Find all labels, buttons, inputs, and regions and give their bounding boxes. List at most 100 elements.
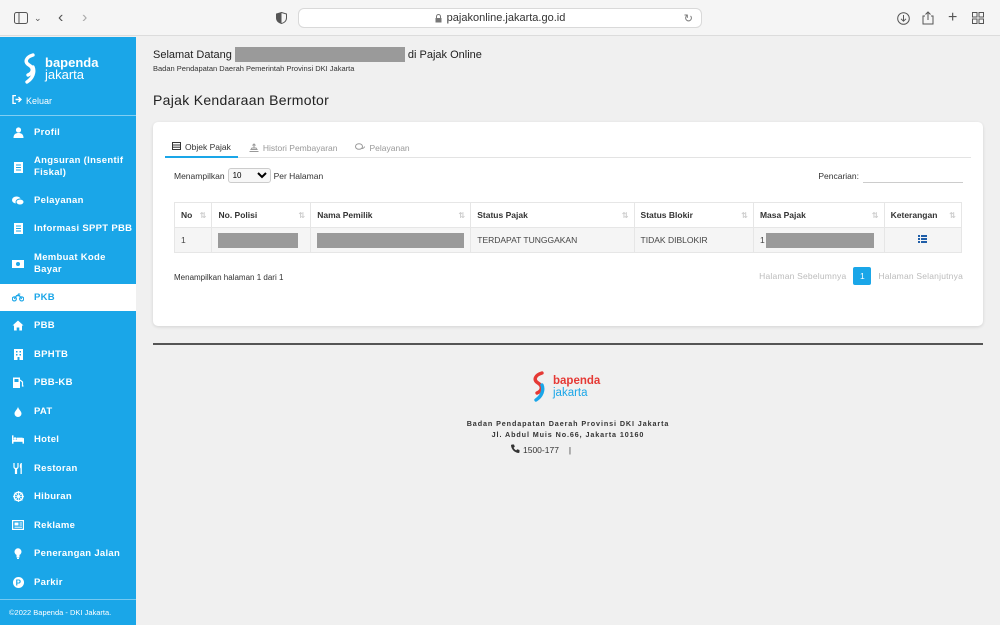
dharma-wheel-icon: [12, 491, 24, 503]
column-header-no[interactable]: No ⇅: [173, 202, 213, 228]
column-header-status-blokir[interactable]: Status Blokir ⇅: [633, 202, 754, 228]
sidebar-item-label: PBB: [34, 320, 55, 331]
sidebar-item-pbb[interactable]: PBB: [0, 311, 136, 340]
redacted-plate: [218, 232, 299, 248]
sort-icon: ⇅: [741, 211, 748, 220]
sidebar-logo[interactable]: bapenda jakarta: [20, 53, 98, 85]
forward-icon[interactable]: ›: [82, 9, 87, 27]
tab-pelayanan[interactable]: Pelayanan: [348, 138, 416, 158]
sidebar-item-label: Profil: [34, 126, 61, 138]
sidebar-menu: Profil Angsuran (Insentif Fiskal) Pelaya…: [0, 117, 136, 596]
tab-label: Pelayanan: [369, 143, 410, 153]
sidebar-item-pat[interactable]: PAT: [0, 397, 136, 425]
sidebar-divider: [0, 115, 136, 116]
back-icon[interactable]: ‹: [58, 9, 63, 27]
sidebar-item-pkb[interactable]: PKB: [0, 284, 136, 311]
logout-label: Keluar: [26, 96, 53, 106]
sort-icon: ⇅: [871, 211, 879, 220]
redacted-masa-pajak: [765, 232, 874, 248]
redacted-username: [234, 47, 405, 62]
logout-link[interactable]: Keluar: [12, 94, 53, 107]
tab-label: Objek Pajak: [185, 142, 231, 152]
sort-icon: ⇅: [458, 211, 466, 220]
sidebar-item-label: Reklame: [34, 519, 76, 531]
sidebar-item-pelayanan[interactable]: Pelayanan: [0, 187, 136, 214]
download-icon[interactable]: [897, 9, 910, 27]
sidebar-item-label: BPHTB: [34, 348, 69, 360]
search-input[interactable]: [863, 168, 963, 183]
reload-icon[interactable]: ↻: [684, 12, 693, 25]
bapenda-logo-icon: [24, 53, 36, 84]
cell-no-polisi: [211, 227, 312, 253]
search-label: Pencarian:: [818, 170, 859, 181]
lock-icon: [435, 13, 442, 23]
sidebar-item-parkir[interactable]: P Parkir: [0, 568, 136, 596]
tab-overview-icon[interactable]: [972, 9, 984, 27]
privacy-shield-icon[interactable]: [276, 9, 287, 27]
sort-icon: ⇅: [949, 211, 956, 220]
sidebar-item-hotel[interactable]: Hotel: [0, 425, 136, 454]
page-1-button[interactable]: 1: [853, 267, 872, 285]
sort-ascending-icon: ⇅: [199, 211, 207, 220]
motorcycle-icon: [12, 292, 24, 304]
sidebar-item-pbb-kb[interactable]: PBB-KB: [0, 368, 136, 397]
address-bar[interactable]: pajakonline.jakarta.go.id ↻: [298, 8, 702, 28]
sidebar-item-profil[interactable]: Profil: [0, 117, 136, 147]
svg-text:P: P: [15, 578, 21, 587]
masa-pajak-value: 1: [759, 234, 765, 245]
cell-nama-pemilik: [310, 227, 472, 253]
footer-phone[interactable]: 1500-177: [523, 445, 559, 455]
list-detail-icon[interactable]: [918, 235, 928, 245]
sidebar-item-reklame[interactable]: Reklame: [0, 511, 136, 539]
column-header-no-polisi[interactable]: No. Polisi ⇅: [211, 202, 312, 228]
chat-icon: [355, 143, 366, 153]
table-icon: [172, 142, 181, 152]
url-text: pajakonline.jakarta.go.id: [446, 12, 566, 24]
sidebar-item-informasi-sppt-pbb[interactable]: Informasi SPPT PBB: [0, 214, 136, 243]
payment-icon: [249, 142, 259, 154]
money-icon: [12, 258, 24, 270]
user-icon: [12, 126, 24, 138]
sidebar-item-restoran[interactable]: Restoran: [0, 454, 136, 482]
sidebar-item-hiburan[interactable]: Hiburan: [0, 482, 136, 511]
page-size-prefix: Menampilkan: [174, 170, 225, 181]
chevron-down-icon[interactable]: ⌄: [34, 9, 42, 27]
sidebar-item-penerangan-jalan[interactable]: Penerangan Jalan: [0, 539, 136, 568]
footer-address-block: Badan Pendapatan Daerah Provinsi DKI Jak…: [136, 418, 1000, 440]
sidebar-item-label: Pelayanan: [34, 195, 84, 206]
chat-icon: [12, 195, 24, 207]
share-icon[interactable]: [922, 9, 934, 27]
sidebar-item-label: Hotel: [34, 434, 60, 445]
sidebar-item-label: PBB-KB: [34, 377, 73, 388]
column-header-keterangan[interactable]: Keterangan ⇅: [883, 202, 963, 228]
sidebar-item-label: Penerangan Jalan: [34, 548, 121, 559]
column-header-status-pajak[interactable]: Status Pajak ⇅: [470, 202, 635, 228]
agency-subtitle: Badan Pendapatan Daerah Pemerintah Provi…: [153, 64, 355, 73]
logout-icon: [12, 94, 22, 107]
column-header-masa-pajak[interactable]: Masa Pajak ⇅: [752, 202, 885, 228]
new-tab-icon[interactable]: +: [948, 9, 957, 27]
bed-icon: [12, 434, 24, 446]
gas-station-icon: [12, 377, 24, 389]
document-icon: [12, 223, 24, 235]
sidebar-item-angsuran[interactable]: Angsuran (Insentif Fiskal): [0, 147, 136, 187]
sidebar-item-label: Hiburan: [34, 491, 72, 502]
footer-address: Jl. Abdul Muis No.66, Jakarta 10160: [491, 430, 645, 439]
previous-page-button[interactable]: Halaman Sebelumnya: [759, 271, 846, 281]
tab-histori-pembayaran[interactable]: Histori Pembayaran: [242, 138, 345, 158]
welcome-message: Selamat Datang di Pajak Online: [153, 47, 482, 62]
next-page-button[interactable]: Halaman Selanjutnya: [878, 271, 963, 281]
sidebar-item-bphtb[interactable]: BPHTB: [0, 340, 136, 368]
document-icon: [12, 161, 24, 173]
sidebar-toggle-icon[interactable]: [14, 9, 28, 27]
tab-objek-pajak[interactable]: Objek Pajak: [165, 138, 238, 158]
sidebar-item-membuat-kode-bayar[interactable]: Membuat Kode Bayar: [0, 243, 136, 284]
home-icon: [12, 320, 24, 332]
page-size-select[interactable]: 10: [227, 168, 271, 183]
sidebar-item-label: Membuat Kode Bayar: [34, 251, 106, 275]
logo-text-jakarta: jakarta: [45, 67, 85, 82]
table-header-row: No ⇅ No. Polisi ⇅ Nama Pemilik ⇅ Status Paj…: [173, 202, 963, 228]
sidebar-item-label: Angsuran (Insentif Fiskal): [34, 155, 124, 178]
page-title: Pajak Kendaraan Bermotor: [153, 92, 330, 108]
column-header-nama-pemilik[interactable]: Nama Pemilik ⇅: [310, 202, 472, 228]
